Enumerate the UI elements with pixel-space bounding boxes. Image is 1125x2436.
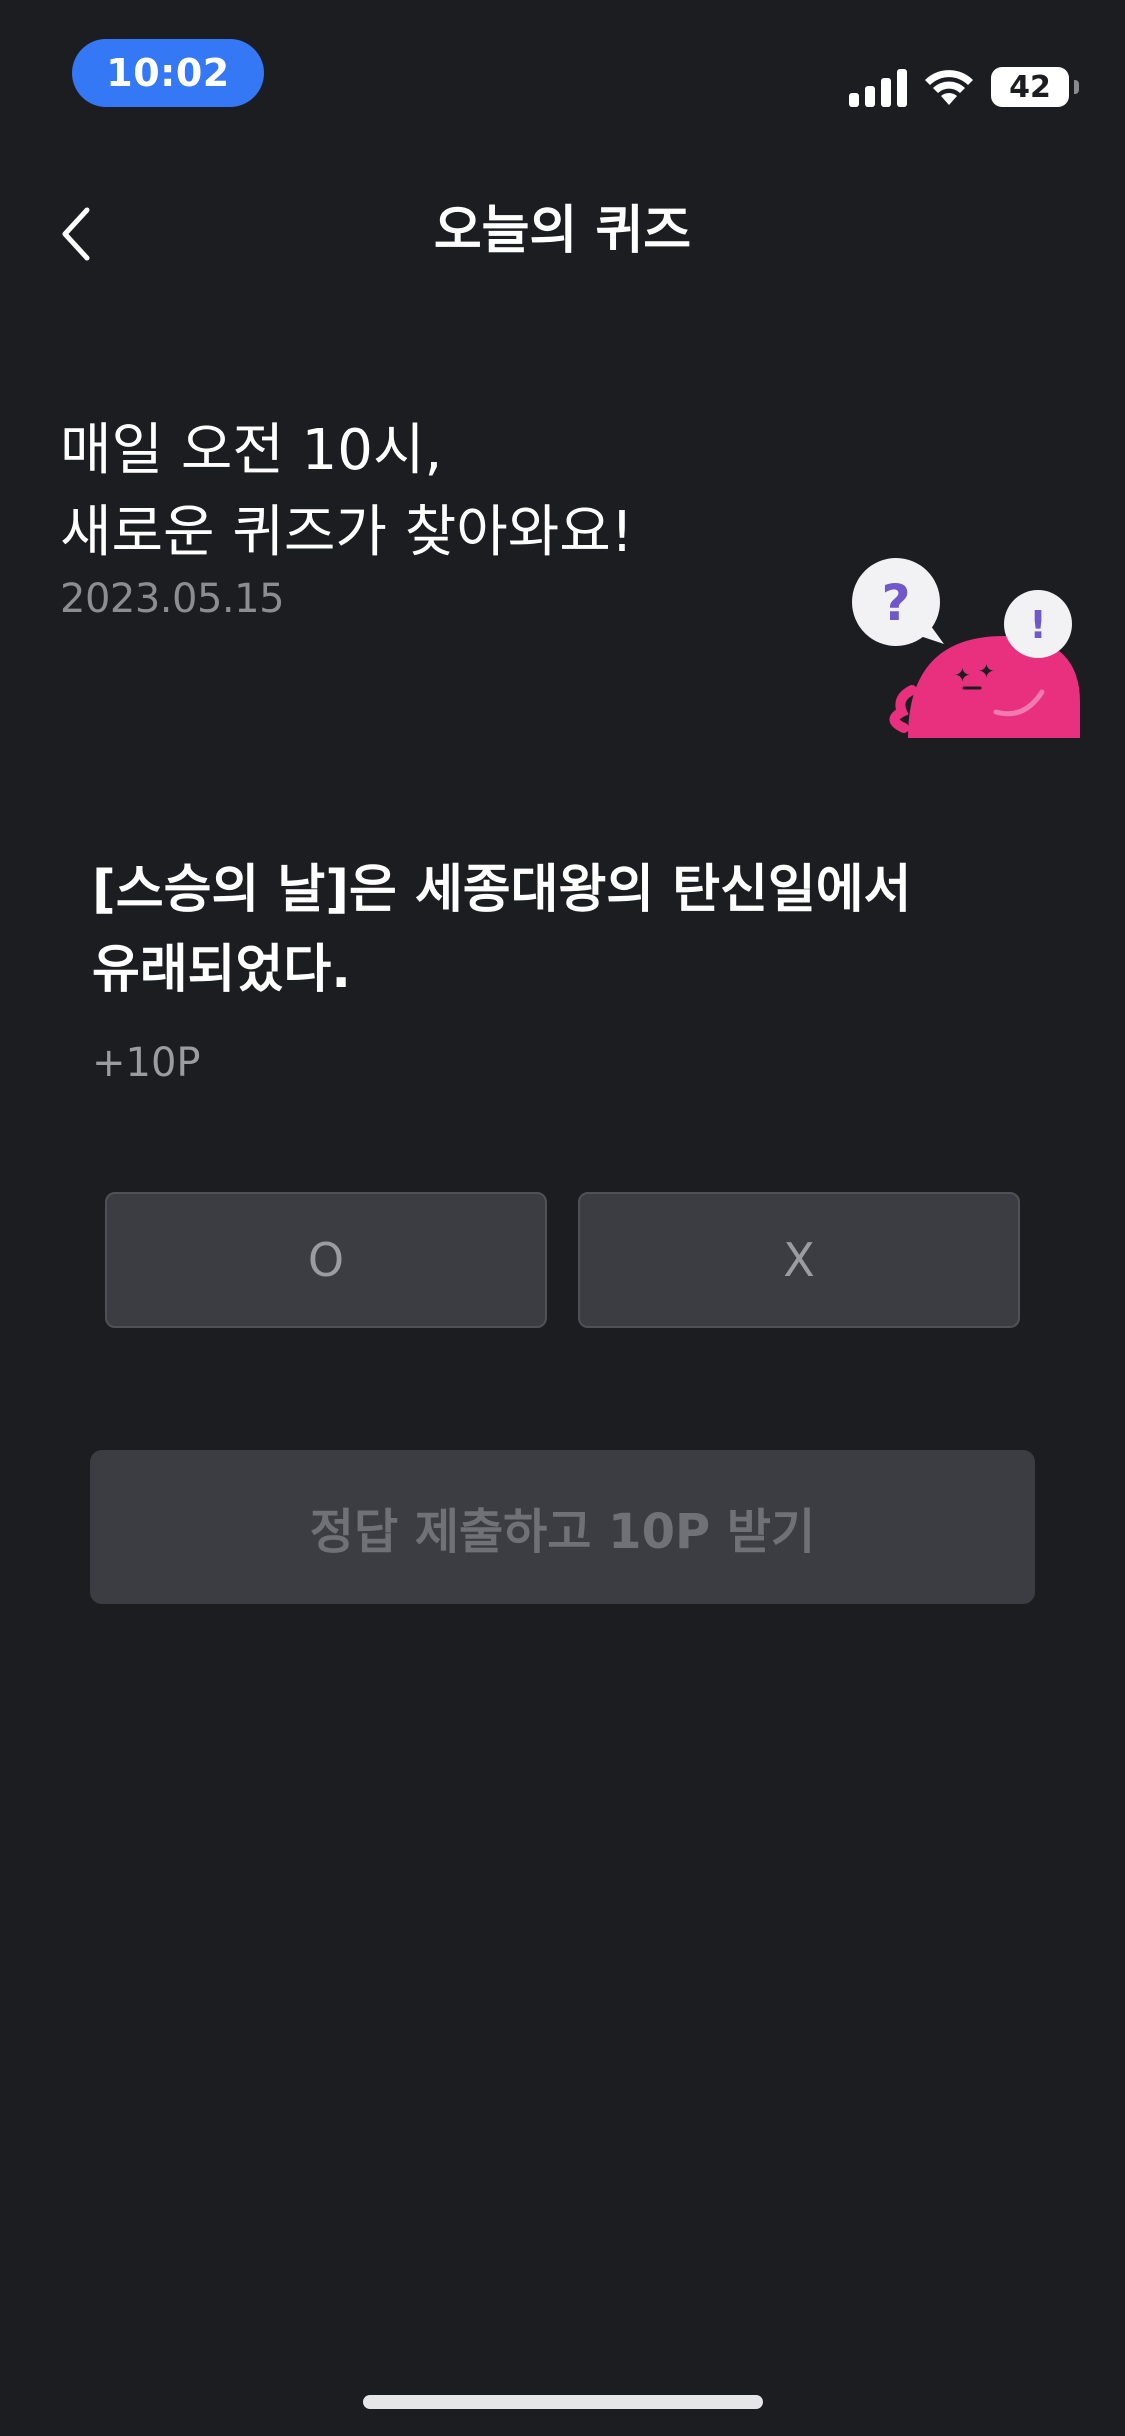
question-mark: ? — [881, 574, 910, 632]
svg-text:✦: ✦ — [978, 659, 995, 683]
battery-level: 42 — [1009, 69, 1051, 105]
submit-answer-button[interactable]: 정답 제출하고 10P 받기 — [90, 1450, 1035, 1604]
intro-line-2: 새로운 퀴즈가 찾아와요! — [60, 500, 634, 565]
quiz-mascot-icon: ✦ ✦ ? ! — [852, 558, 1080, 738]
wifi-icon — [925, 70, 973, 105]
home-indicator[interactable] — [363, 2395, 763, 2409]
answer-x-button[interactable]: X — [578, 1192, 1020, 1328]
quiz-question: [스승의 날]은 세종대왕의 탄신일에서 유래되었다. — [92, 860, 912, 1000]
signal-icon — [849, 69, 907, 107]
intro-headline: 매일 오전 10시, 새로운 퀴즈가 찾아와요! — [60, 410, 820, 574]
exclamation-mark: ! — [1029, 603, 1046, 647]
quiz-points: +10P — [92, 1040, 201, 1086]
quiz-date: 2023.05.15 — [60, 576, 285, 622]
intro-line-1: 매일 오전 10시, — [60, 418, 443, 483]
page-title: 오늘의 퀴즈 — [433, 201, 692, 261]
svg-text:✦: ✦ — [954, 663, 971, 687]
status-time: 10:02 — [72, 39, 264, 107]
status-icons: 42 — [849, 64, 1079, 110]
answer-o-button[interactable]: O — [105, 1192, 547, 1328]
battery-icon: 42 — [991, 67, 1079, 107]
